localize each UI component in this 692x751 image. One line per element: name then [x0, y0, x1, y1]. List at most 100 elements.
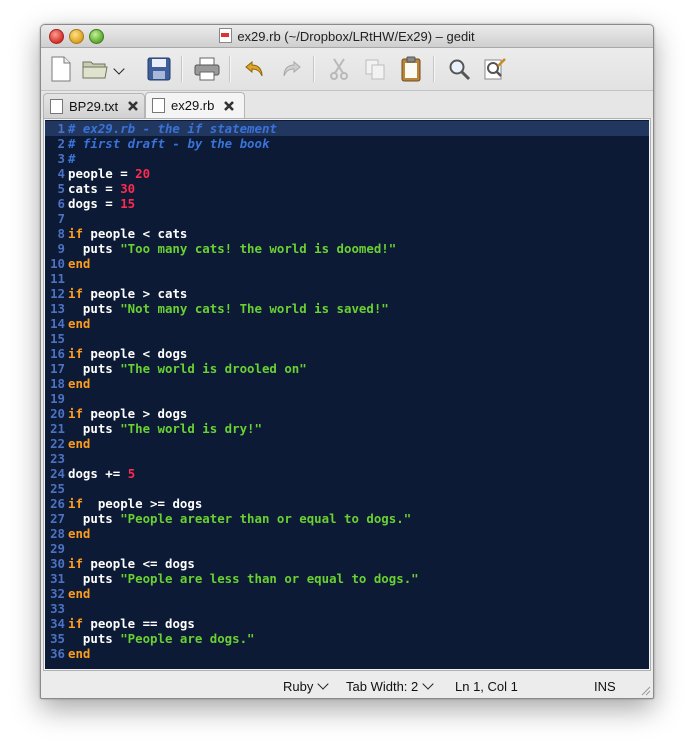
print-button[interactable]: [193, 55, 221, 83]
code-line[interactable]: 1 # ex29.rb - the if statement: [45, 121, 649, 136]
code-line[interactable]: 31 puts "People are less than or equal t…: [45, 571, 649, 586]
code-line[interactable]: 8 if people < cats: [45, 226, 649, 241]
chevron-down-icon: [113, 63, 125, 75]
code-line[interactable]: 34 if people == dogs: [45, 616, 649, 631]
code-line[interactable]: 9 puts "Too many cats! the world is doom…: [45, 241, 649, 256]
code-line[interactable]: 2 # first draft - by the book: [45, 136, 649, 151]
close-tab-icon[interactable]: [222, 99, 236, 113]
code-text: dogs +=: [68, 466, 128, 481]
code-line[interactable]: 26 if people >= dogs: [45, 496, 649, 511]
clipboard-icon: [401, 56, 421, 82]
line-number: 20: [50, 406, 65, 421]
code-keyword: if: [68, 616, 83, 631]
code-line[interactable]: 23: [45, 451, 649, 466]
code-number: 30: [120, 181, 136, 196]
open-button[interactable]: [81, 55, 109, 83]
code-line[interactable]: 22 end: [45, 436, 649, 451]
code-line[interactable]: 21 puts "The world is dry!": [45, 421, 649, 436]
save-button[interactable]: [145, 55, 173, 83]
code-content: #: [68, 151, 75, 166]
code-line[interactable]: 18 end: [45, 376, 649, 391]
code-string: "People areater than or equal to dogs.": [120, 511, 412, 526]
new-document-button[interactable]: [47, 55, 75, 83]
code-line[interactable]: 28 end: [45, 526, 649, 541]
redo-icon: [283, 60, 301, 77]
line-number: 34: [50, 616, 65, 631]
title-bar[interactable]: ex29.rb (~/Dropbox/LRtHW/Ex29) – gedit: [41, 25, 653, 48]
code-line[interactable]: 17 puts "The world is drooled on": [45, 361, 649, 376]
line-number: 19: [50, 391, 65, 406]
code-line[interactable]: 32 end: [45, 586, 649, 601]
tab-ex29-rb[interactable]: ex29.rb: [145, 92, 245, 118]
text-file-icon: [50, 98, 63, 114]
code-line[interactable]: 27 puts "People areater than or equal to…: [45, 511, 649, 526]
ruby-file-icon: [219, 28, 233, 43]
line-number: 33: [50, 601, 65, 616]
code-line[interactable]: 13 puts "Not many cats! The world is sav…: [45, 301, 649, 316]
code-content: if people > cats: [68, 286, 187, 301]
code-comment: # first draft - by the book: [68, 136, 270, 151]
toolbar-separator: [181, 56, 183, 82]
code-content: if people == dogs: [68, 616, 195, 631]
code-text: people < cats: [82, 226, 188, 241]
copy-icon: [365, 59, 385, 80]
line-number: 15: [50, 331, 65, 346]
code-line[interactable]: 12 if people > cats: [45, 286, 649, 301]
code-string: "People are dogs.": [120, 631, 255, 646]
redo-button[interactable]: [277, 55, 305, 83]
code-string: "People are less than or equal to dogs.": [120, 571, 419, 586]
code-editor[interactable]: 1 # ex29.rb - the if statement 2 # first dr…: [45, 120, 649, 669]
code-content: if people < dogs: [68, 346, 187, 361]
close-tab-icon[interactable]: [126, 99, 140, 113]
line-number: 22: [50, 436, 65, 451]
find-button[interactable]: [445, 55, 473, 83]
resize-grip-icon[interactable]: [641, 686, 651, 696]
code-keyword: if: [68, 346, 83, 361]
find-replace-icon: [484, 58, 506, 80]
cursor-position: Ln 1, Col 1: [455, 679, 518, 694]
code-line[interactable]: 24 dogs += 5: [45, 466, 649, 481]
cut-button[interactable]: [325, 55, 353, 83]
code-line[interactable]: 35 puts "People are dogs.": [45, 631, 649, 646]
code-line[interactable]: 7: [45, 211, 649, 226]
new-document-icon: [51, 56, 71, 82]
code-line[interactable]: 29: [45, 541, 649, 556]
code-keyword: if: [68, 226, 83, 241]
line-number: 1: [57, 121, 65, 136]
code-keyword: end: [68, 586, 91, 601]
code-line[interactable]: 10 end: [45, 256, 649, 271]
code-line[interactable]: 30 if people <= dogs: [45, 556, 649, 571]
code-line[interactable]: 19: [45, 391, 649, 406]
code-text: cats =: [68, 181, 121, 196]
code-line[interactable]: 6 dogs = 15: [45, 196, 649, 211]
find-replace-button[interactable]: [481, 55, 509, 83]
tab-width-selector[interactable]: Tab Width: 2: [346, 678, 434, 694]
paste-button[interactable]: [397, 55, 425, 83]
code-line[interactable]: 16 if people < dogs: [45, 346, 649, 361]
code-content: end: [68, 526, 90, 541]
code-line[interactable]: 4 people = 20: [45, 166, 649, 181]
copy-button[interactable]: [361, 55, 389, 83]
code-line[interactable]: 36 end: [45, 646, 649, 661]
language-selector[interactable]: Ruby: [283, 678, 330, 694]
line-number: 31: [50, 571, 65, 586]
open-dropdown-button[interactable]: [111, 55, 127, 83]
code-line[interactable]: 15: [45, 331, 649, 346]
code-line[interactable]: 33: [45, 601, 649, 616]
code-text: puts: [68, 361, 121, 376]
tab-bp29-txt[interactable]: BP29.txt: [43, 93, 145, 118]
code-comment: # ex29.rb - the if statement: [68, 121, 277, 136]
code-line[interactable]: 3 #: [45, 151, 649, 166]
line-number: 3: [57, 151, 65, 166]
line-number: 29: [50, 541, 65, 556]
code-line[interactable]: 20 if people > dogs: [45, 406, 649, 421]
code-content: if people >= dogs: [68, 496, 202, 511]
code-line[interactable]: 11: [45, 271, 649, 286]
code-keyword: if: [68, 496, 83, 511]
undo-button[interactable]: [241, 55, 269, 83]
code-content: # ex29.rb - the if statement: [68, 121, 277, 136]
code-line[interactable]: 25: [45, 481, 649, 496]
code-line[interactable]: 5 cats = 30: [45, 181, 649, 196]
line-number: 36: [50, 646, 65, 661]
code-line[interactable]: 14 end: [45, 316, 649, 331]
